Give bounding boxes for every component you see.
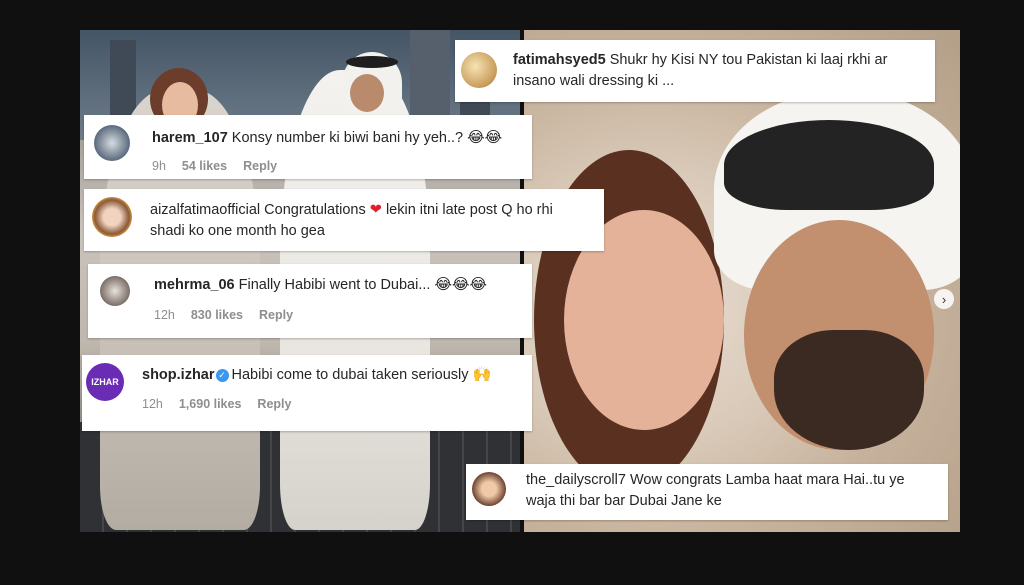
comment-card: aizalfatimaofficial Congratulations ❤ lek…: [84, 189, 604, 251]
comment-username[interactable]: fatimahsyed5: [513, 52, 606, 68]
comment-body: mehrma_06 Finally Habibi went to Dubai...…: [154, 274, 524, 296]
chevron-right-icon: ›: [941, 291, 947, 307]
carousel-next-button[interactable]: ›: [934, 289, 954, 309]
comment-time: 9h: [152, 159, 166, 173]
comment-likes[interactable]: 1,690 likes: [179, 394, 242, 415]
comment-username[interactable]: shop.izhar: [142, 367, 215, 383]
raising-hands-emoji-icon: 🙌: [472, 365, 492, 383]
comment-likes[interactable]: 54 likes: [182, 156, 227, 177]
reply-button[interactable]: Reply: [257, 394, 291, 415]
comment-likes[interactable]: 830 likes: [191, 305, 243, 326]
comment-meta: 12h 830 likes Reply: [154, 305, 293, 326]
comment-card: fatimahsyed5 Shukr hy Kisi NY tou Pakista…: [455, 40, 935, 102]
groom-agal: [346, 56, 398, 68]
avatar[interactable]: [92, 197, 132, 237]
laughing-emoji-icon: 😂😂: [467, 128, 503, 146]
comment-time: 12h: [142, 397, 163, 411]
comment-card: the_dailyscroll7 Wow congrats Lamba haat …: [466, 464, 948, 520]
groom-beard: [774, 330, 924, 450]
avatar[interactable]: [461, 52, 497, 88]
comment-text: Congratulations: [264, 202, 366, 218]
comment-card: harem_107 Konsy number ki biwi bani hy ye…: [84, 115, 532, 179]
avatar[interactable]: [94, 125, 130, 161]
comment-body: harem_107 Konsy number ki biwi bani hy ye…: [152, 127, 522, 149]
comment-username[interactable]: harem_107: [152, 130, 228, 146]
comment-text: Finally Habibi went to Dubai...: [238, 277, 431, 293]
comment-meta: 9h 54 likes Reply: [152, 156, 277, 177]
comment-body: aizalfatimaofficial Congratulations ❤ lek…: [150, 200, 590, 242]
comment-card: IZHAR shop.izhar ✓ Habibi come to dubai ta…: [82, 355, 532, 431]
groom-agal: [724, 120, 934, 210]
comment-text: Habibi come to dubai taken seriously: [231, 367, 469, 383]
izhar-logo: IZHAR: [91, 376, 119, 387]
comment-meta: 12h 1,690 likes Reply: [142, 394, 291, 415]
comment-body: the_dailyscroll7 Wow congrats Lamba haat …: [526, 470, 936, 512]
comment-body: fatimahsyed5 Shukr hy Kisi NY tou Pakista…: [513, 50, 923, 92]
photo-right: [524, 30, 960, 532]
reply-button[interactable]: Reply: [243, 156, 277, 177]
red-heart-icon: ❤: [369, 202, 382, 218]
comment-time: 12h: [154, 308, 175, 322]
avatar[interactable]: [472, 472, 506, 506]
groom-face: [350, 74, 384, 112]
verified-badge-icon: ✓: [215, 369, 229, 382]
comment-body: shop.izhar ✓ Habibi come to dubai taken se…: [142, 364, 522, 386]
avatar[interactable]: IZHAR: [86, 363, 124, 401]
reply-button[interactable]: Reply: [259, 305, 293, 326]
comment-card: mehrma_06 Finally Habibi went to Dubai...…: [88, 264, 532, 338]
comment-username[interactable]: mehrma_06: [154, 277, 235, 293]
comment-username[interactable]: the_dailyscroll7: [526, 472, 626, 488]
avatar[interactable]: [100, 276, 130, 306]
laughing-emoji-icon: 😂😂😂: [434, 275, 488, 293]
comment-text: Konsy number ki biwi bani hy yeh..?: [231, 130, 464, 146]
comment-username[interactable]: aizalfatimaofficial: [150, 202, 260, 218]
